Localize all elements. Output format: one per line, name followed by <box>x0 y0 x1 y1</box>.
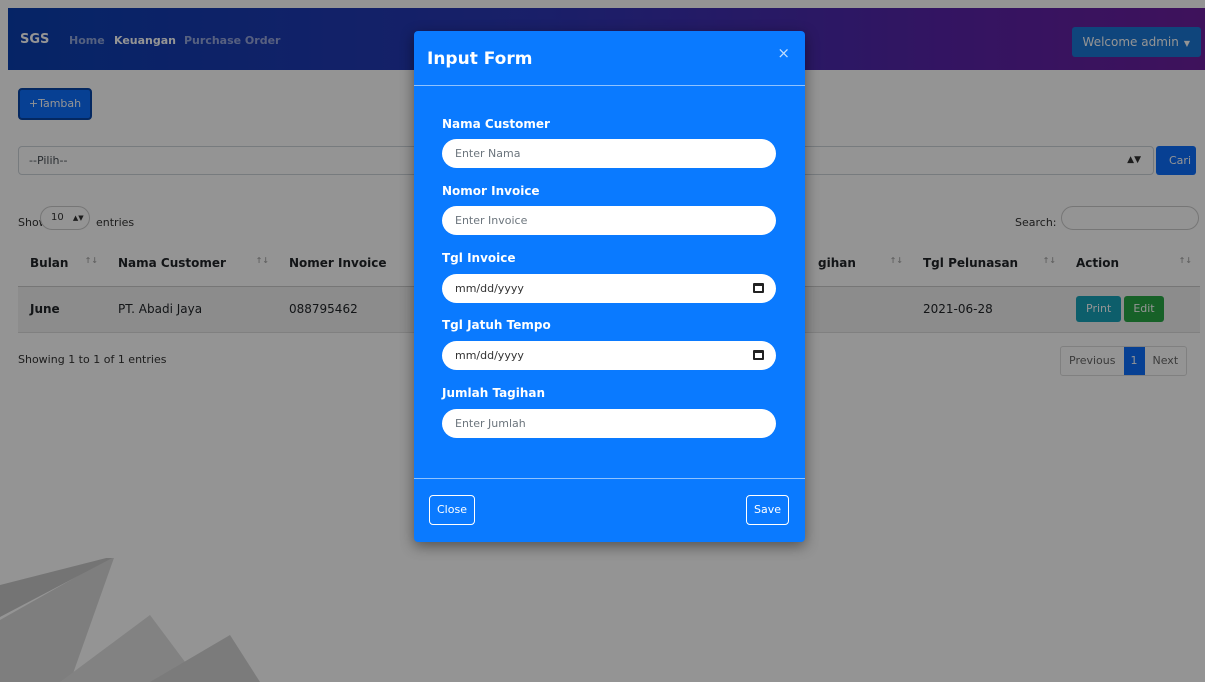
tgl-jatuh-tempo-placeholder: mm/dd/yyyy <box>455 349 524 362</box>
modal-footer-divider <box>414 478 805 479</box>
calendar-icon[interactable] <box>753 350 764 360</box>
field-label-nama-customer: Nama Customer <box>442 117 550 131</box>
close-button[interactable]: Close <box>429 495 475 525</box>
field-label-tgl-jatuh-tempo: Tgl Jatuh Tempo <box>442 318 551 332</box>
field-label-jumlah-tagihan: Jumlah Tagihan <box>442 386 546 400</box>
nomor-invoice-input[interactable]: Enter Invoice <box>442 206 776 235</box>
field-label-nomor-invoice: Nomor Invoice <box>442 184 540 198</box>
field-label-tgl-invoice: Tgl Invoice <box>442 251 516 265</box>
calendar-icon[interactable] <box>753 283 764 293</box>
modal-header: Input Form × <box>414 31 805 86</box>
modal-title: Input Form <box>427 49 533 69</box>
input-form-modal: Input Form × Nama Customer Enter Nama No… <box>414 31 805 542</box>
tgl-jatuh-tempo-date-input[interactable]: mm/dd/yyyy <box>442 341 776 370</box>
tgl-invoice-placeholder: mm/dd/yyyy <box>455 282 524 295</box>
close-icon[interactable]: × <box>777 44 790 62</box>
nama-customer-input[interactable]: Enter Nama <box>442 139 776 168</box>
save-button[interactable]: Save <box>745 495 789 525</box>
jumlah-tagihan-input[interactable]: Enter Jumlah <box>442 409 776 438</box>
tgl-invoice-date-input[interactable]: mm/dd/yyyy <box>442 274 776 303</box>
